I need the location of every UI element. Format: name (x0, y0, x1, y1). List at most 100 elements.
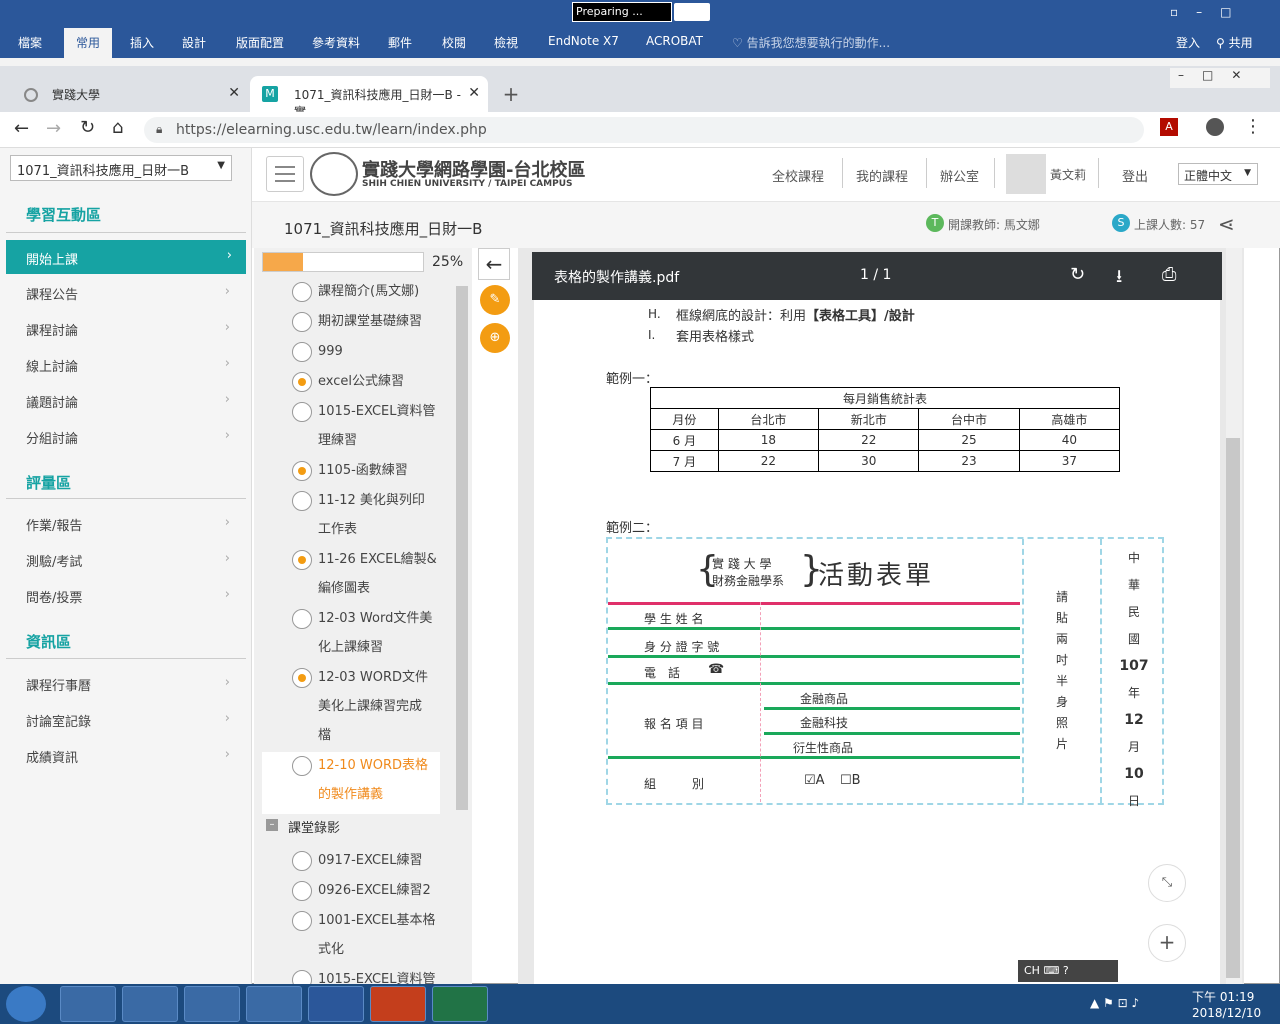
start-button[interactable] (6, 986, 46, 1022)
progress-item-label[interactable]: excel公式練習 (318, 368, 468, 396)
recording-item-label[interactable]: 1001-EXCEL基本格 (318, 907, 468, 935)
sidebar-item-online[interactable]: 線上討論 › (26, 356, 236, 375)
sidebar-item-announce[interactable]: 課程公告 › (26, 284, 236, 303)
rotate-icon[interactable]: ↻ (1070, 264, 1085, 285)
collapse-icon[interactable]: – (266, 819, 278, 831)
recording-item-label[interactable]: 0926-EXCEL練習2 (318, 877, 468, 905)
sidebar-item-topic[interactable]: 議題討論 › (26, 392, 236, 411)
radio-button[interactable] (292, 911, 312, 931)
close-tab-icon[interactable]: ✕ (228, 85, 240, 101)
excel-taskbar-icon[interactable] (432, 986, 488, 1022)
account-icon[interactable] (1206, 118, 1224, 136)
sidebar-item-survey[interactable]: 問卷/投票 › (26, 587, 236, 606)
progress-item-label[interactable]: 課程簡介(馬文娜) (318, 278, 468, 306)
scrollbar-thumb[interactable] (1226, 438, 1240, 978)
ribbon-tab-home[interactable]: 常用 (64, 28, 113, 58)
home-icon[interactable]: ⌂ (112, 117, 123, 138)
forward-icon[interactable]: → (46, 118, 61, 139)
download-icon[interactable]: ⭳ (1116, 264, 1122, 294)
radio-button[interactable] (292, 342, 312, 362)
add-page-icon[interactable]: ⊕ (480, 323, 510, 353)
progress-item-label[interactable]: 11-26 EXCEL繪製& (318, 546, 468, 574)
radio-button[interactable] (292, 756, 312, 776)
close-tab-icon[interactable]: ✕ (468, 85, 480, 101)
sidebar-item-homework[interactable]: 作業/報告 › (26, 515, 236, 534)
ime-bar[interactable]: CH ⌨ ? (1018, 960, 1118, 982)
back-icon[interactable]: ← (14, 118, 29, 139)
help-icon[interactable]: ⌨ ? (1040, 964, 1068, 977)
radio-button[interactable] (292, 402, 312, 422)
sidebar-item-group[interactable]: 分組討論 › (26, 428, 236, 447)
sidebar-item-forum[interactable]: 課程討論 › (26, 320, 236, 339)
word-taskbar-icon[interactable] (308, 986, 364, 1022)
nav-my-courses[interactable]: 我的課程 (856, 166, 908, 185)
radio-button[interactable] (292, 668, 312, 688)
progress-item-label[interactable]: 工作表 (318, 516, 468, 544)
user-name[interactable]: 黃文莉 (1050, 166, 1086, 183)
back-arrow-icon[interactable]: ← (478, 248, 510, 280)
clock-time[interactable]: 下午 01:19 (1192, 988, 1254, 1005)
radio-button[interactable] (292, 312, 312, 332)
progress-item-label[interactable]: 的製作講義 (318, 781, 468, 809)
browser-window-controls[interactable]: –□✕ (1170, 68, 1270, 88)
browser-tab-1[interactable]: 實踐大學 ✕ (8, 76, 248, 112)
ribbon-tab-references[interactable]: 參考資料 (312, 34, 360, 51)
radio-button[interactable] (292, 881, 312, 901)
reload-icon[interactable]: ↻ (80, 117, 95, 138)
progress-item-label[interactable]: 999 (318, 338, 468, 366)
avatar[interactable] (1006, 154, 1046, 194)
print-icon[interactable]: ⎙ (1162, 264, 1176, 285)
group-label[interactable]: 課堂錄影 (288, 817, 340, 836)
radio-button[interactable] (292, 282, 312, 302)
recording-item-label[interactable]: 式化 (318, 936, 468, 964)
nav-office[interactable]: 辦公室 (940, 166, 979, 185)
radio-button[interactable] (292, 851, 312, 871)
course-select[interactable]: 1071_資訊科技應用_日財一B ▼ (10, 155, 232, 181)
progress-item-label[interactable]: 檔 (318, 722, 468, 750)
ribbon-tab-design[interactable]: 設計 (182, 34, 206, 51)
progress-item-label[interactable]: 美化上課練習完成 (318, 693, 468, 721)
acrobat-ext-icon[interactable]: A (1160, 118, 1178, 136)
chrome-taskbar-icon[interactable] (246, 986, 302, 1022)
ribbon-tab-file[interactable]: 檔案 (18, 34, 42, 51)
radio-button[interactable] (292, 609, 312, 629)
progress-item-label[interactable]: 1105-函數練習 (318, 457, 468, 485)
pdf-scrollbar[interactable] (1226, 248, 1242, 984)
window-controls[interactable]: ▫–□ (1170, 5, 1270, 19)
language-select[interactable]: 正體中文 ▼ (1178, 163, 1258, 185)
tell-me-box[interactable]: ♡ 告訴我您想要執行的動作... (732, 34, 890, 51)
sidebar-item-chatlog[interactable]: 討論室記錄 › (26, 711, 236, 730)
new-tab-button[interactable]: + (498, 82, 524, 108)
logout-link[interactable]: 登出 (1122, 166, 1148, 185)
progress-item-label[interactable]: 編修圖表 (318, 575, 468, 603)
ribbon-tab-layout[interactable]: 版面配置 (236, 34, 284, 51)
radio-button[interactable] (292, 372, 312, 392)
recording-item-label[interactable]: 0917-EXCEL練習 (318, 847, 468, 875)
tray-icons[interactable]: ▲ ⚑ ⊡ ♪ (1090, 996, 1186, 1010)
explorer-taskbar-icon[interactable] (122, 986, 178, 1022)
share-button[interactable]: ⚲ 共用 (1216, 34, 1253, 51)
progress-item-label[interactable]: 1015-EXCEL資料管 (318, 398, 468, 426)
progress-item-label[interactable]: 11-12 美化與列印 (318, 487, 468, 515)
progress-item-label[interactable]: 12-03 Word文件美 (318, 605, 468, 633)
sidebar-item-start[interactable]: 開始上課 › (6, 240, 246, 274)
url-field[interactable]: 🔒︎ https://elearning.usc.edu.tw/learn/in… (144, 117, 1144, 143)
radio-button[interactable] (292, 491, 312, 511)
ribbon-tab-insert[interactable]: 插入 (130, 34, 154, 51)
sidebar-item-exam[interactable]: 測驗/考試 › (26, 551, 236, 570)
radio-button[interactable] (292, 461, 312, 481)
media-taskbar-icon[interactable] (184, 986, 240, 1022)
zoom-in-icon[interactable]: + (1148, 924, 1186, 962)
sidebar-item-grades[interactable]: 成績資訊 › (26, 747, 236, 766)
notes-icon[interactable]: ✎ (480, 285, 510, 315)
ribbon-tab-acrobat[interactable]: ACROBAT (646, 34, 703, 48)
progress-item-label[interactable]: 12-10 WORD表格 (318, 752, 468, 780)
ribbon-tab-review[interactable]: 校閱 (442, 34, 466, 51)
status-dropdown[interactable] (674, 3, 710, 21)
ribbon-tab-mailings[interactable]: 郵件 (388, 34, 412, 51)
ie-taskbar-icon[interactable] (60, 986, 116, 1022)
browser-tab-2[interactable]: M 1071_資訊科技應用_日財一B - 實 ✕ (250, 76, 488, 119)
menu-kebab-icon[interactable]: ⋮ (1244, 116, 1262, 137)
clock-date[interactable]: 2018/12/10 (1192, 1006, 1261, 1020)
nav-all-courses[interactable]: 全校課程 (772, 166, 824, 185)
